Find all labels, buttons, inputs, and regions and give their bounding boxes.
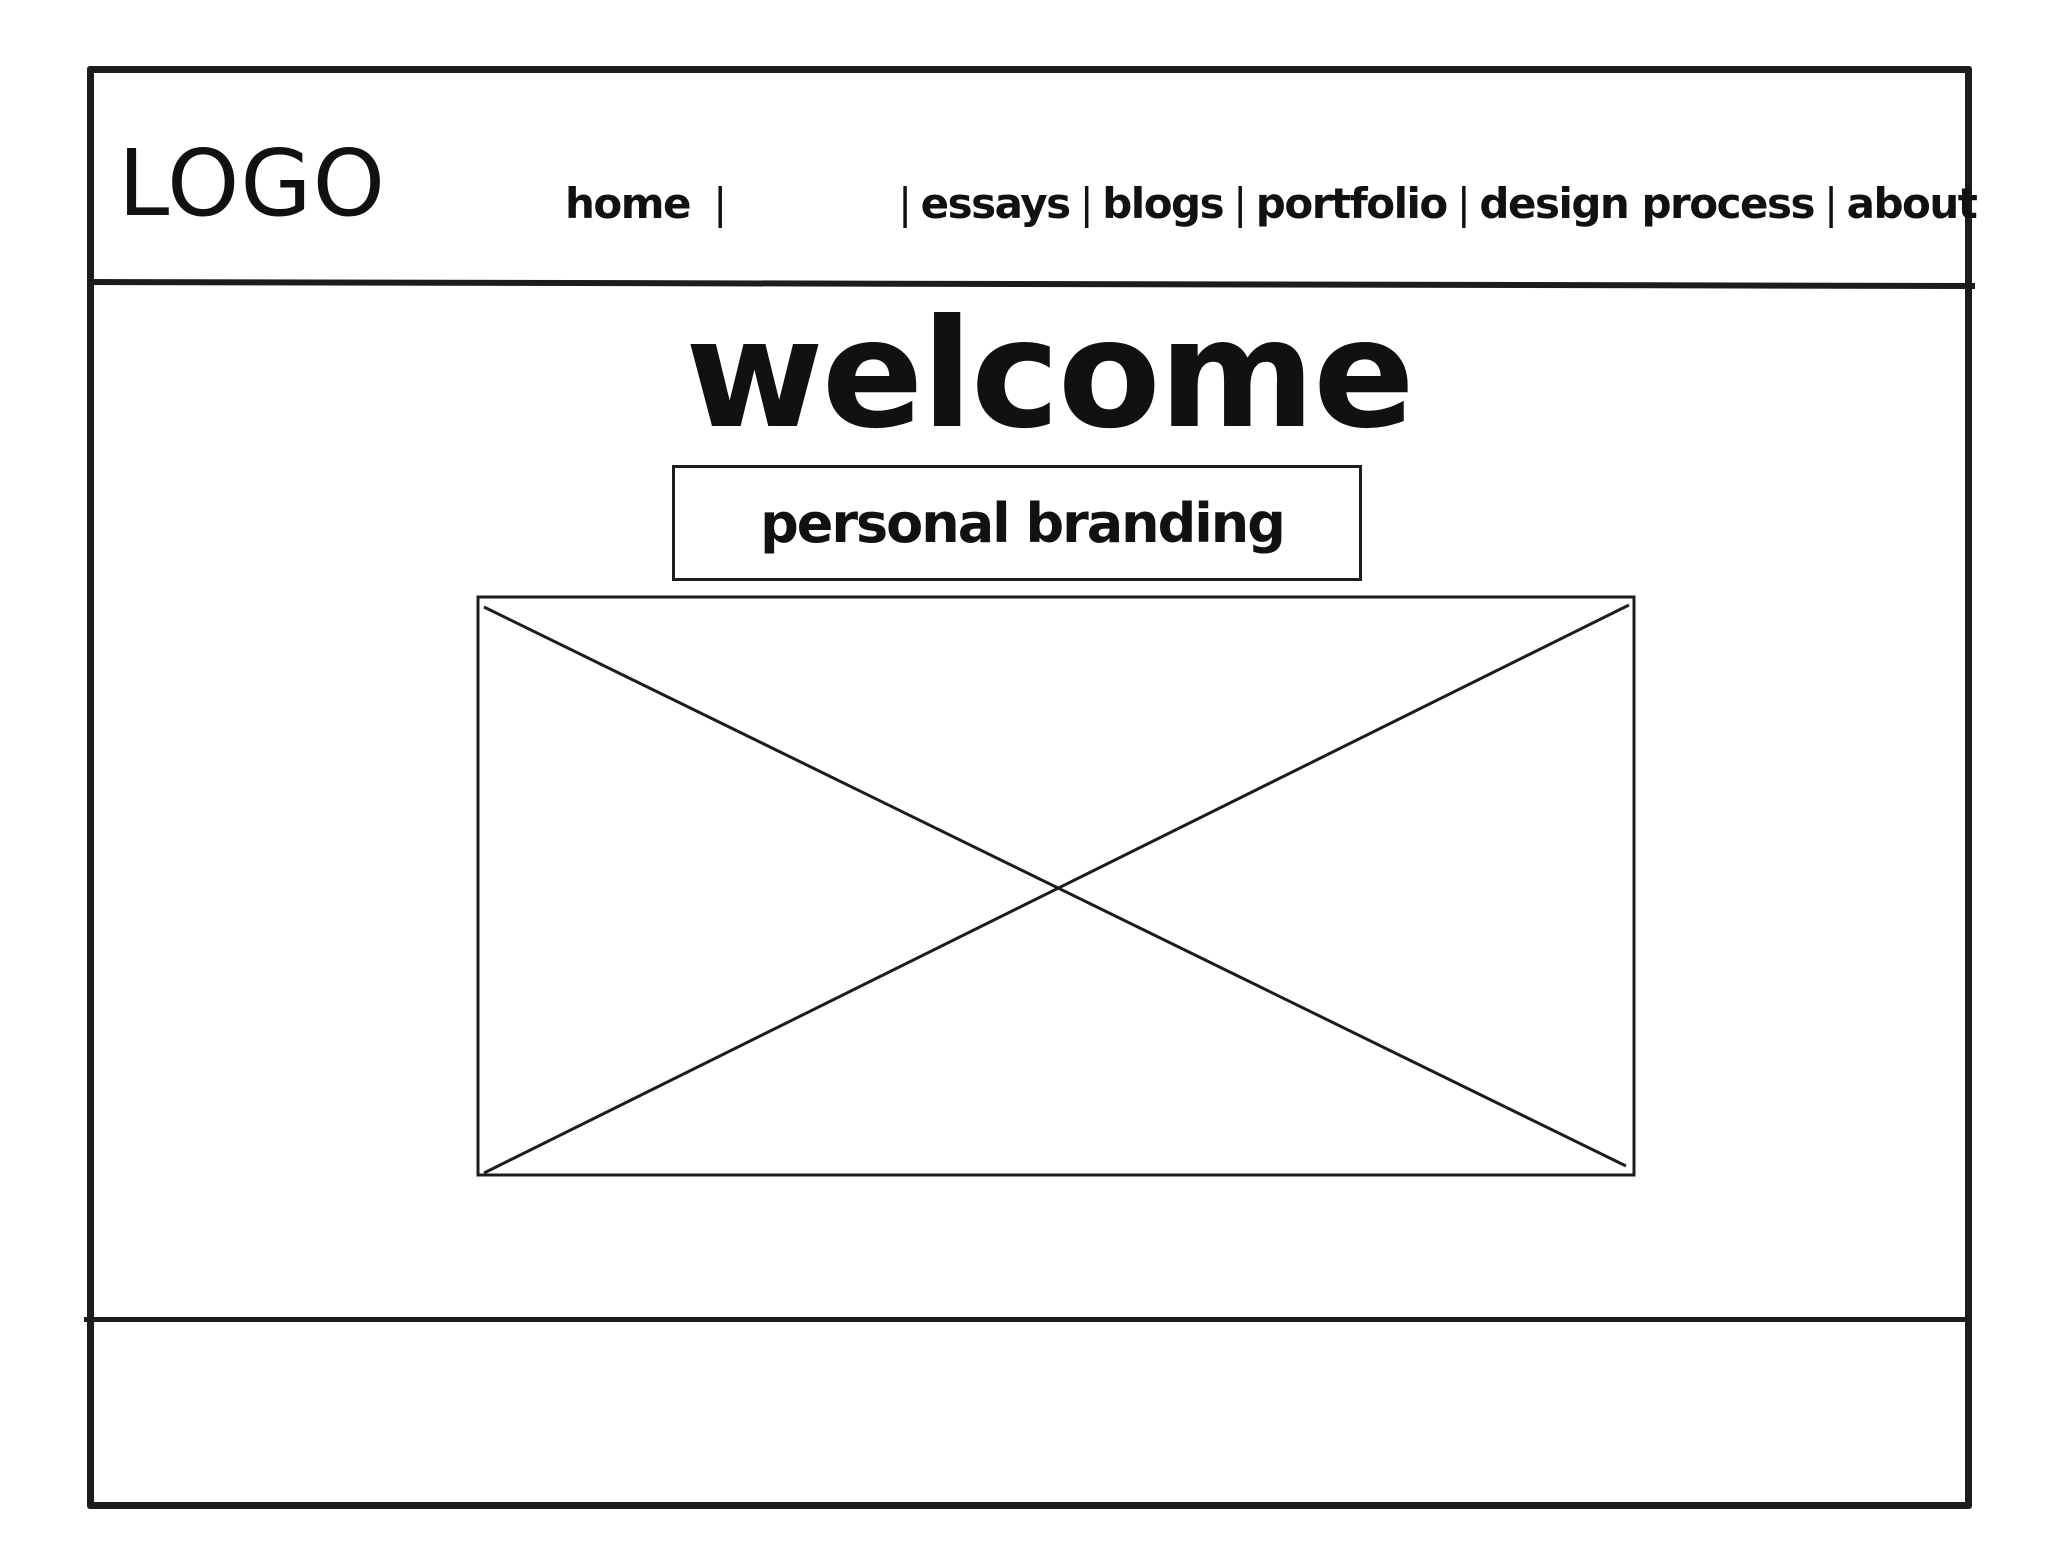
nav-separator: | (713, 179, 727, 228)
nav-separator: | (1823, 179, 1838, 228)
nav-menu: | essays | blogs | portfolio | design pr… (888, 179, 1978, 228)
nav-item-design-process[interactable]: design process (1479, 183, 1815, 225)
footer-divider (84, 1317, 1972, 1322)
nav-separator: | (1079, 179, 1094, 228)
nav-separator: | (1233, 179, 1247, 228)
logo[interactable]: LOGO (118, 138, 386, 230)
nav-item-blogs[interactable]: blogs (1102, 183, 1224, 225)
nav-home-group: home | (565, 183, 736, 225)
subtitle-box: personal branding (672, 465, 1362, 581)
nav-separator: | (898, 179, 912, 228)
nav-item-home[interactable]: home (565, 179, 692, 228)
image-placeholder-icon (476, 595, 1636, 1177)
welcome-heading: welcome (685, 288, 1415, 462)
nav-separator: | (1456, 179, 1471, 228)
nav-item-essays[interactable]: essays (921, 183, 1071, 225)
nav-item-portfolio[interactable]: portfolio (1256, 183, 1448, 225)
nav-item-about[interactable]: about (1847, 183, 1978, 225)
subtitle-text: personal branding (760, 491, 1286, 555)
